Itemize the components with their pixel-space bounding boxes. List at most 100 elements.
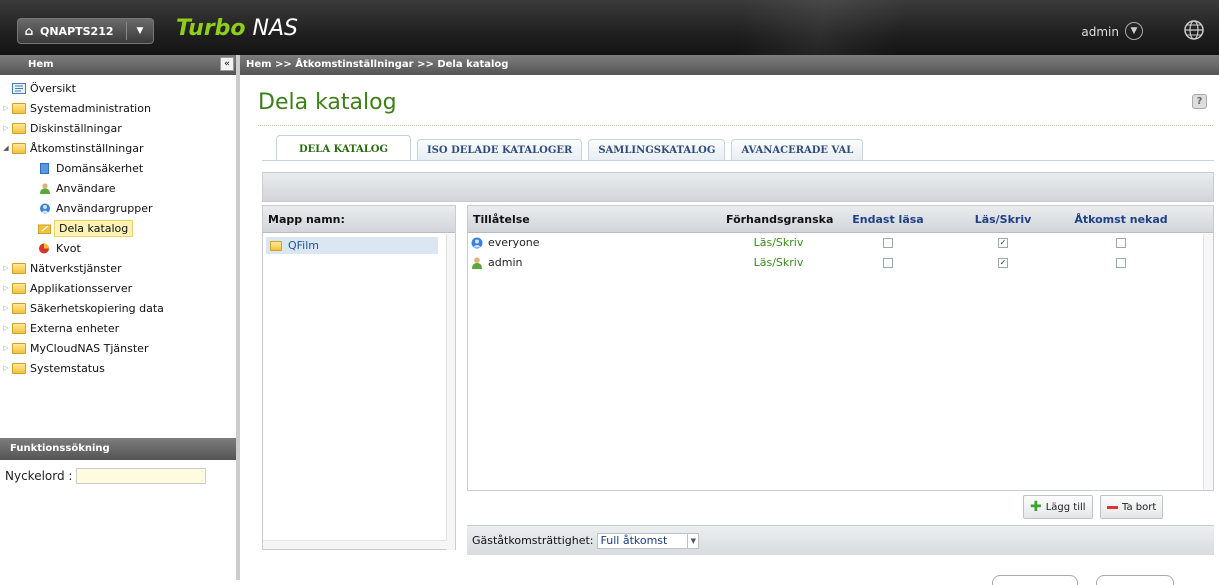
preview-value: Läs/Skriv [753, 236, 804, 249]
folder-icon [12, 102, 26, 114]
guest-access-value: Full åtkomst [600, 534, 668, 547]
sidebar-item-natverkstjanster[interactable]: ▷ Nätverkstjänster [0, 258, 236, 278]
collapse-arrow-icon[interactable]: ◢ [0, 144, 12, 152]
expand-arrow-icon[interactable]: ▷ [0, 264, 12, 272]
user-group-icon [471, 237, 483, 249]
tab-underline [262, 160, 1214, 161]
sidebar-item-mycloudnas[interactable]: ▷ MyCloudNAS Tjänster [0, 338, 236, 358]
brand-logo: Turbo NAS [176, 16, 299, 41]
open-folder-icon [12, 142, 26, 154]
share-toolbar [262, 172, 1214, 202]
user-name[interactable]: admin [1081, 25, 1119, 39]
chevron-down-icon: ▼ [687, 533, 698, 548]
tab-samlingskatalog[interactable]: SAMLINGSKATALOG [588, 139, 726, 161]
user-icon [472, 257, 482, 269]
collapse-sidebar-button[interactable]: « [220, 57, 234, 71]
folder-list-pane: Mapp namn: QFilm [262, 205, 456, 550]
expand-arrow-icon[interactable]: ▷ [0, 364, 12, 372]
top-bar: ⌂ QNAPTS212 ▼ Turbo NAS admin ▼ [0, 0, 1219, 62]
folder-icon [12, 262, 26, 274]
tab-iso-delade-kataloger[interactable]: ISO DELADE KATALOGER [417, 139, 583, 161]
share-folder-icon [38, 224, 51, 234]
col-read-only[interactable]: Endast läsa [838, 206, 938, 233]
user-icon [40, 182, 50, 194]
folder-list-item[interactable]: QFilm [266, 237, 438, 254]
guest-access-label: Gäståtkomsträttighet: [472, 534, 594, 547]
folder-name: QFilm [288, 239, 320, 252]
device-menu-button[interactable]: ⌂ QNAPTS212 ▼ [17, 18, 154, 44]
title-divider [258, 125, 1213, 126]
bottom-button-partial[interactable] [1096, 575, 1174, 585]
folder-list-header: Mapp namn: [263, 206, 455, 233]
sidebar-item-domansakerhet[interactable]: Domänsäkerhet [0, 158, 236, 178]
nav-tree: Översikt ▷ Systemadministration ▷ Diskin… [0, 75, 236, 378]
table-row[interactable]: everyone Läs/Skriv ✓ [468, 233, 1213, 253]
quota-icon [39, 243, 49, 253]
guest-access-select[interactable]: Full åtkomst ▼ [596, 532, 700, 549]
overview-icon [12, 82, 26, 94]
function-search-header: Funktionssökning [0, 438, 236, 460]
sidebar-item-dela-katalog[interactable]: Dela katalog [0, 218, 236, 238]
sidebar-item-sakerhetskopiering[interactable]: ▷ Säkerhetskopiering data [0, 298, 236, 318]
expand-arrow-icon[interactable]: ▷ [0, 344, 12, 352]
add-button[interactable]: ✚ Lägg till [1023, 495, 1093, 519]
sidebar: Hem « Översikt ▷ Systemadministration ▷ … [0, 55, 236, 580]
home-icon: ⌂ [24, 24, 34, 38]
permission-table: Tillåtelse Förhandsgranska Endast läsa L… [467, 205, 1214, 491]
keyword-input[interactable] [76, 468, 207, 484]
help-icon[interactable]: ? [1192, 94, 1207, 109]
page-title: Dela katalog [258, 90, 397, 115]
folder-icon [12, 362, 26, 374]
folder-list-horizontal-scrollbar[interactable] [263, 540, 447, 549]
keyword-label: Nyckelord : [5, 469, 73, 483]
deny-checkbox[interactable] [1116, 258, 1126, 268]
language-globe-icon[interactable] [1183, 19, 1205, 41]
expand-arrow-icon[interactable]: ▷ [0, 104, 12, 112]
folder-icon [12, 322, 26, 334]
device-name: QNAPTS212 [40, 24, 114, 38]
sidebar-item-anvandare[interactable]: Användare [0, 178, 236, 198]
bottom-button-partial[interactable] [992, 575, 1078, 585]
sidebar-item-kvot[interactable]: Kvot [0, 238, 236, 258]
col-deny[interactable]: Åtkomst nekad [1066, 206, 1176, 233]
sidebar-item-externa-enheter[interactable]: ▷ Externa enheter [0, 318, 236, 338]
tab-avancerade-val[interactable]: AVANACERADE VAL [731, 139, 864, 161]
read-write-checkbox[interactable]: ✓ [998, 258, 1008, 268]
sidebar-item-applikationsserver[interactable]: ▷ Applikationsserver [0, 278, 236, 298]
expand-arrow-icon[interactable]: ▷ [0, 284, 12, 292]
sidebar-item-diskinstallningar[interactable]: ▷ Diskinställningar [0, 118, 236, 138]
sidebar-item-systemadministration[interactable]: ▷ Systemadministration [0, 98, 236, 118]
keyword-row: Nyckelord : [0, 460, 236, 484]
sidebar-item-atkomstinstallningar[interactable]: ◢ Åtkomstinställningar [0, 138, 236, 158]
permission-table-scrollbar[interactable] [1203, 234, 1213, 490]
user-menu-icon[interactable]: ▼ [1125, 22, 1143, 40]
folder-icon [270, 240, 282, 251]
permission-user-cell: everyone [470, 233, 540, 253]
remove-button[interactable]: Ta bort [1100, 495, 1164, 519]
user-group-icon [40, 203, 50, 213]
col-permission: Tillåtelse [473, 213, 530, 226]
preview-value: Läs/Skriv [753, 256, 804, 269]
folder-icon [12, 302, 26, 314]
read-write-checkbox[interactable]: ✓ [998, 238, 1008, 248]
expand-arrow-icon[interactable]: ▷ [0, 304, 12, 312]
sidebar-item-anvandargrupper[interactable]: Användargrupper [0, 198, 236, 218]
folder-list-vertical-scrollbar[interactable] [446, 234, 455, 550]
tab-dela-katalog[interactable]: DELA KATALOG [276, 135, 411, 161]
expand-arrow-icon[interactable]: ▷ [0, 324, 12, 332]
sidebar-item-oversikt[interactable]: Översikt [0, 78, 236, 98]
sidebar-item-systemstatus[interactable]: ▷ Systemstatus [0, 358, 236, 378]
col-read-write[interactable]: Läs/Skriv [953, 206, 1053, 233]
chevron-down-icon: ▼ [136, 26, 144, 36]
read-only-checkbox[interactable] [883, 238, 893, 248]
permission-table-header: Tillåtelse Förhandsgranska Endast läsa L… [468, 206, 1213, 233]
col-preview: Förhandsgranska [726, 213, 834, 226]
expand-arrow-icon[interactable]: ▷ [0, 124, 12, 132]
minus-icon [1107, 505, 1118, 509]
top-bar-sheen [620, 0, 1020, 62]
table-row[interactable]: admin Läs/Skriv ✓ [468, 253, 1213, 273]
read-only-checkbox[interactable] [883, 258, 893, 268]
deny-checkbox[interactable] [1116, 238, 1126, 248]
domain-security-icon [40, 162, 49, 174]
plus-icon: ✚ [1030, 499, 1042, 515]
